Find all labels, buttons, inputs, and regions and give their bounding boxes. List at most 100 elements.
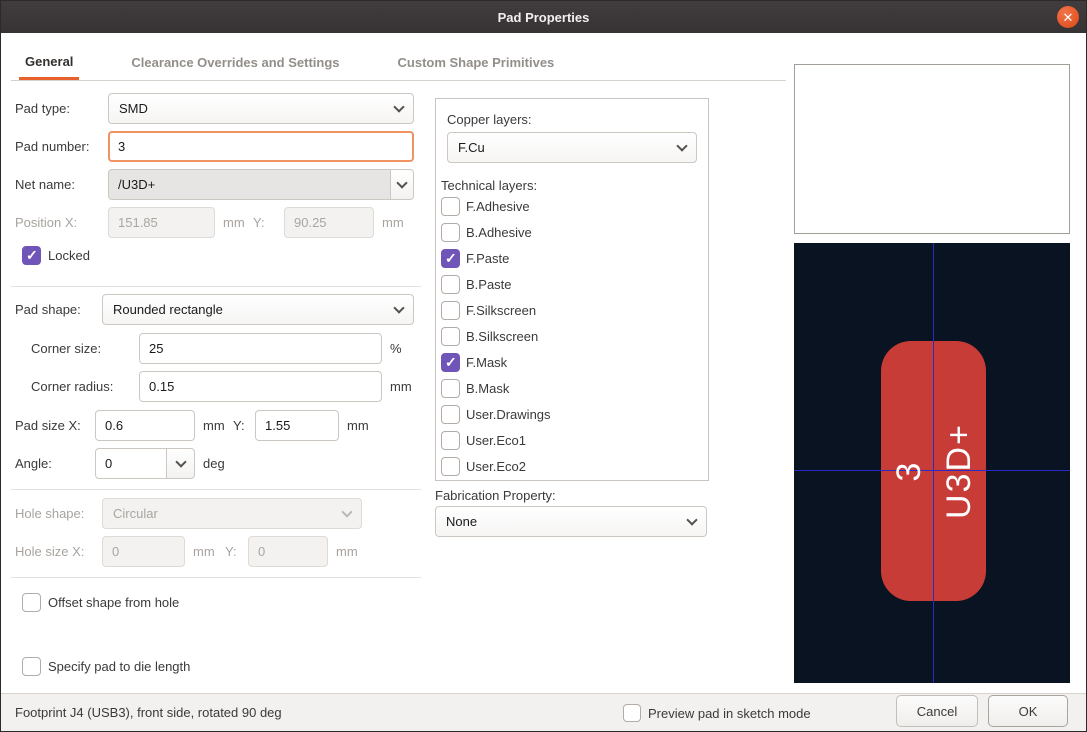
hole-size-x-label: Hole size X:: [15, 544, 84, 559]
corner-size-unit: %: [390, 341, 402, 356]
tab-general[interactable]: General: [19, 45, 79, 80]
layer-checkbox-f-paste[interactable]: [441, 249, 460, 268]
pad-number-label: Pad number:: [15, 139, 89, 154]
corner-radius-input[interactable]: [139, 371, 382, 402]
fabrication-property-label: Fabrication Property:: [435, 488, 556, 503]
ok-button[interactable]: OK: [988, 695, 1068, 727]
layer-label-user-eco2: User.Eco2: [466, 459, 526, 474]
sketch-mode-label: Preview pad in sketch mode: [648, 706, 811, 721]
position-x-unit: mm: [223, 215, 245, 230]
pad-size-x-unit: mm: [203, 418, 225, 433]
layer-label-b-silkscreen: B.Silkscreen: [466, 329, 538, 344]
net-name-dropdown-button[interactable]: [390, 169, 414, 200]
separator: [11, 286, 421, 287]
window-title: Pad Properties: [498, 10, 590, 25]
layer-checkbox-user-eco2[interactable]: [441, 457, 460, 476]
hole-shape-label: Hole shape:: [15, 506, 84, 521]
corner-radius-label: Corner radius:: [31, 379, 113, 394]
angle-dropdown-button[interactable]: [166, 448, 195, 479]
chevron-down-icon: [676, 140, 687, 151]
layer-label-f-paste: F.Paste: [466, 251, 509, 266]
layer-label-b-mask: B.Mask: [466, 381, 509, 396]
fabrication-property-dropdown[interactable]: None: [435, 506, 707, 537]
separator: [11, 489, 421, 490]
layer-label-b-adhesive: B.Adhesive: [466, 225, 532, 240]
angle-label: Angle:: [15, 456, 52, 471]
angle-unit: deg: [203, 456, 225, 471]
pad-to-die-label: Specify pad to die length: [48, 659, 190, 674]
pad-size-y-unit: mm: [347, 418, 369, 433]
pad-preview-canvas[interactable]: 3 U3D+: [794, 243, 1070, 683]
pad-shape-value: Rounded rectangle: [113, 302, 223, 317]
layer-checkbox-user-eco1[interactable]: [441, 431, 460, 450]
tab-clearance-overrides[interactable]: Clearance Overrides and Settings: [125, 45, 345, 80]
chevron-down-icon: [341, 506, 352, 517]
layer-checkbox-f-mask[interactable]: [441, 353, 460, 372]
pad-size-y-input[interactable]: [255, 410, 339, 441]
layer-label-user-drawings: User.Drawings: [466, 407, 551, 422]
pad-number-text: 3: [884, 423, 934, 519]
hole-shape-dropdown: Circular: [102, 498, 362, 529]
layer-checkbox-user-drawings[interactable]: [441, 405, 460, 424]
pad-shape-dropdown[interactable]: Rounded rectangle: [102, 294, 414, 325]
pad-size-x-input[interactable]: [95, 410, 195, 441]
hole-shape-value: Circular: [113, 506, 158, 521]
locked-checkbox[interactable]: [22, 246, 41, 265]
pad-size-y-label: Y:: [233, 418, 245, 433]
pad-type-label: Pad type:: [15, 101, 70, 116]
close-icon: ✕: [1063, 11, 1074, 24]
tab-bar: General Clearance Overrides and Settings…: [11, 45, 786, 81]
pad-shape-label: Pad shape:: [15, 302, 81, 317]
technical-layers-label: Technical layers:: [441, 178, 537, 193]
layer-label-f-adhesive: F.Adhesive: [466, 199, 530, 214]
chevron-down-icon: [396, 177, 407, 188]
offset-shape-checkbox[interactable]: [22, 593, 41, 612]
net-name-text: U3D+: [934, 423, 984, 519]
layer-checkbox-b-mask[interactable]: [441, 379, 460, 398]
titlebar[interactable]: Pad Properties ✕: [1, 1, 1086, 33]
position-x-label: Position X:: [15, 215, 77, 230]
angle-input[interactable]: [95, 448, 167, 479]
layer-checkbox-b-silkscreen[interactable]: [441, 327, 460, 346]
copper-layer-value: F.Cu: [458, 140, 485, 155]
hole-size-x-unit: mm: [193, 544, 215, 559]
net-name-label: Net name:: [15, 177, 75, 192]
position-y-label: Y:: [253, 215, 265, 230]
hole-size-y-unit: mm: [336, 544, 358, 559]
chevron-down-icon: [175, 456, 186, 467]
corner-radius-unit: mm: [390, 379, 412, 394]
locked-label: Locked: [48, 248, 90, 263]
layer-checkbox-f-silkscreen[interactable]: [441, 301, 460, 320]
layer-label-b-paste: B.Paste: [466, 277, 512, 292]
layer-label-f-silkscreen: F.Silkscreen: [466, 303, 536, 318]
hole-size-y-input: [248, 536, 328, 567]
corner-size-label: Corner size:: [31, 341, 101, 356]
layer-checkbox-f-adhesive[interactable]: [441, 197, 460, 216]
close-button[interactable]: ✕: [1057, 6, 1079, 28]
cancel-button[interactable]: Cancel: [896, 695, 978, 727]
pad-properties-dialog: Pad Properties ✕ General Clearance Overr…: [0, 0, 1087, 732]
corner-size-input[interactable]: [139, 333, 382, 364]
layer-label-user-eco1: User.Eco1: [466, 433, 526, 448]
layer-checkbox-b-adhesive[interactable]: [441, 223, 460, 242]
position-y-input: [284, 207, 374, 238]
pad-to-die-checkbox[interactable]: [22, 657, 41, 676]
pad-type-value: SMD: [119, 101, 148, 116]
pad-size-x-label: Pad size X:: [15, 418, 81, 433]
pad-preview-text: 3 U3D+: [884, 423, 984, 519]
footer-bar: Footprint J4 (USB3), front side, rotated…: [1, 693, 1087, 732]
copper-layer-dropdown[interactable]: F.Cu: [447, 132, 697, 163]
pad-number-input[interactable]: [108, 131, 414, 162]
position-x-input: [108, 207, 215, 238]
tab-custom-shape-primitives[interactable]: Custom Shape Primitives: [392, 45, 561, 80]
net-name-combo[interactable]: /U3D+: [108, 169, 391, 200]
upper-preview-panel: [794, 64, 1070, 234]
sketch-mode-checkbox[interactable]: [623, 704, 641, 722]
footer-status-text: Footprint J4 (USB3), front side, rotated…: [15, 705, 282, 720]
offset-shape-label: Offset shape from hole: [48, 595, 179, 610]
layer-checkbox-b-paste[interactable]: [441, 275, 460, 294]
hole-size-y-label: Y:: [225, 544, 237, 559]
separator: [11, 577, 421, 578]
fabrication-property-value: None: [446, 514, 477, 529]
pad-type-dropdown[interactable]: SMD: [108, 93, 414, 124]
